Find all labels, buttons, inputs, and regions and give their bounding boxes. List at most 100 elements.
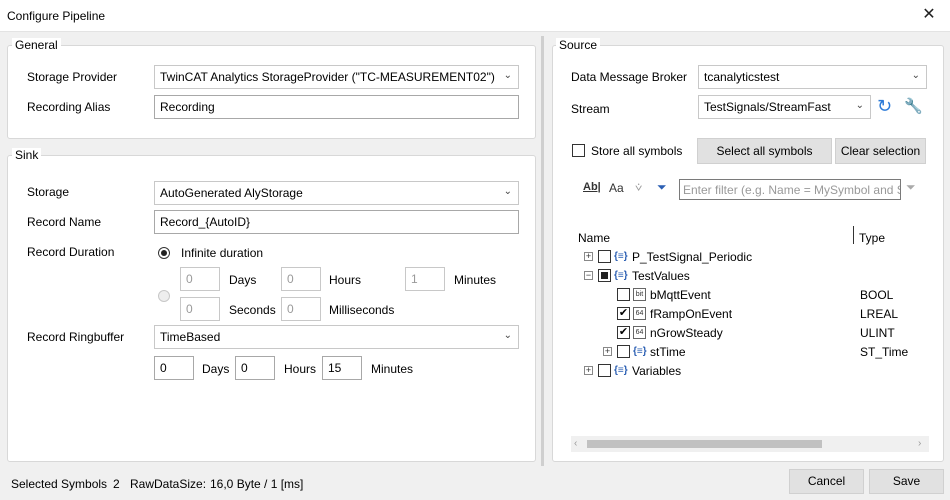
column-header-name[interactable]: Name	[578, 231, 610, 245]
struct-icon: {≡}	[614, 251, 628, 262]
milliseconds-input[interactable]: 0	[281, 297, 321, 321]
storage-provider-label: Storage Provider	[27, 70, 118, 84]
scroll-left-icon[interactable]: ‹	[574, 438, 577, 449]
record-name-input[interactable]: Record_{AutoID}	[154, 210, 519, 234]
tree-checkbox-checked[interactable]: ✔	[617, 326, 630, 339]
chevron-down-icon: ⌄	[503, 186, 512, 197]
filter-apply-icon[interactable]: ⏷	[906, 180, 916, 195]
tree-checkbox[interactable]	[617, 345, 630, 358]
record-name-label: Record Name	[27, 215, 102, 229]
panel-splitter[interactable]	[541, 36, 544, 466]
rb-days-label: Days	[202, 362, 230, 376]
refresh-icon[interactable]: ↻	[877, 96, 892, 117]
tree-item-label[interactable]: P_TestSignal_Periodic	[632, 250, 752, 264]
raw-data-size-label: RawDataSize:	[130, 477, 207, 491]
storage-provider-value: TwinCAT Analytics StorageProvider ("TC-M…	[160, 70, 495, 84]
hours-label: Hours	[329, 273, 362, 287]
match-whole-word-icon[interactable]: Ab|	[583, 181, 601, 193]
custom-duration-radio[interactable]	[158, 290, 170, 302]
clear-selection-button[interactable]: Clear selection	[835, 138, 926, 164]
tree-checkbox[interactable]	[598, 364, 611, 377]
ringbuffer-value: TimeBased	[160, 330, 221, 344]
rb-minutes-label: Minutes	[371, 362, 414, 376]
tree-checkbox[interactable]	[617, 288, 630, 301]
days-input[interactable]: 0	[180, 267, 220, 291]
struct-icon: {≡}	[614, 365, 628, 376]
filter-input[interactable]: Enter filter (e.g. Name = MySymbol and S	[679, 179, 901, 200]
filter-clear-icon[interactable]: ⩒	[635, 180, 642, 195]
match-case-icon[interactable]: Aa	[609, 181, 624, 195]
horizontal-scrollbar[interactable]: ‹ ›	[571, 436, 929, 452]
sink-legend: Sink	[12, 148, 42, 162]
hours-input[interactable]: 0	[281, 267, 321, 291]
recording-alias-label: Recording Alias	[27, 100, 111, 114]
broker-label: Data Message Broker	[571, 70, 688, 84]
broker-value: tcanalyticstest	[704, 70, 780, 84]
struct-icon: {≡}	[633, 346, 647, 357]
ringbuffer-combo[interactable]: TimeBased ⌄	[154, 325, 519, 349]
64bit-variable-icon: 64	[633, 326, 646, 339]
milliseconds-label: Milliseconds	[329, 303, 395, 317]
minutes-label: Minutes	[454, 273, 497, 287]
expand-icon[interactable]: +	[584, 366, 593, 375]
seconds-label: Seconds	[229, 303, 276, 317]
filter-placeholder: Enter filter (e.g. Name = MySymbol and S	[683, 183, 901, 197]
window-title: Configure Pipeline	[7, 9, 106, 23]
rb-hours-input[interactable]: 0	[235, 356, 275, 380]
select-all-symbols-button[interactable]: Select all symbols	[697, 138, 832, 164]
symbol-tree: + {≡} P_TestSignal_Periodic − {≡} TestVa…	[560, 248, 940, 378]
infinite-duration-label: Infinite duration	[181, 246, 264, 260]
storage-label: Storage	[27, 185, 70, 199]
raw-data-size-value: 16,0 Byte / 1 [ms]	[210, 477, 304, 491]
cancel-button[interactable]: Cancel	[789, 469, 864, 494]
tree-item-type: LREAL	[860, 307, 899, 321]
tree-item-type: ULINT	[860, 326, 895, 340]
rb-minutes-input[interactable]: 15	[322, 356, 362, 380]
storage-value: AutoGenerated AlyStorage	[160, 186, 303, 200]
record-ringbuffer-label: Record Ringbuffer	[27, 330, 125, 344]
selected-symbols-value: 2	[113, 477, 120, 491]
chevron-down-icon: ⌄	[503, 330, 512, 341]
broker-combo[interactable]: tcanalyticstest ⌄	[698, 65, 927, 89]
wrench-icon[interactable]: 🔧	[904, 97, 923, 115]
close-icon[interactable]: ✕	[918, 4, 940, 26]
column-divider[interactable]	[853, 226, 854, 244]
tree-item-label[interactable]: nGrowSteady	[650, 326, 723, 340]
tree-checkbox[interactable]	[598, 269, 611, 282]
store-all-symbols-label: Store all symbols	[591, 144, 683, 158]
collapse-icon[interactable]: −	[584, 271, 593, 280]
64bit-variable-icon: 64	[633, 307, 646, 320]
column-header-type[interactable]: Type	[859, 231, 885, 245]
infinite-duration-radio[interactable]	[158, 247, 170, 259]
bit-variable-icon: bit	[633, 288, 646, 301]
tree-item-label[interactable]: Variables	[632, 364, 681, 378]
seconds-input[interactable]: 0	[180, 297, 220, 321]
expand-icon[interactable]: +	[603, 347, 612, 356]
tree-item-label[interactable]: bMqttEvent	[650, 288, 711, 302]
stream-value: TestSignals/StreamFast	[704, 100, 831, 114]
recording-alias-input[interactable]: Recording	[154, 95, 519, 119]
stream-label: Stream	[571, 102, 610, 116]
save-button[interactable]: Save	[869, 469, 944, 494]
scroll-right-icon[interactable]: ›	[918, 438, 921, 449]
tree-item-label[interactable]: stTime	[650, 345, 686, 359]
tree-item-type: ST_Time	[860, 345, 909, 359]
storage-combo[interactable]: AutoGenerated AlyStorage ⌄	[154, 181, 519, 205]
tree-checkbox[interactable]	[598, 250, 611, 263]
rb-hours-label: Hours	[284, 362, 317, 376]
stream-combo[interactable]: TestSignals/StreamFast ⌄	[698, 95, 871, 119]
storage-provider-combo[interactable]: TwinCAT Analytics StorageProvider ("TC-M…	[154, 65, 519, 89]
filter-icon[interactable]: ⏷	[657, 180, 667, 195]
tree-item-label[interactable]: TestValues	[632, 269, 690, 283]
tree-checkbox-checked[interactable]: ✔	[617, 307, 630, 320]
scrollbar-thumb[interactable]	[587, 440, 822, 448]
tree-item-type: BOOL	[860, 288, 894, 302]
expand-icon[interactable]: +	[584, 252, 593, 261]
tree-item-label[interactable]: fRampOnEvent	[650, 307, 732, 321]
minutes-input[interactable]: 1	[405, 267, 445, 291]
rb-days-input[interactable]: 0	[154, 356, 194, 380]
chevron-down-icon: ⌄	[855, 100, 864, 111]
title-bar: Configure Pipeline ✕	[0, 0, 950, 32]
store-all-symbols-checkbox[interactable]	[572, 144, 585, 157]
selected-symbols-label: Selected Symbols	[11, 477, 108, 491]
